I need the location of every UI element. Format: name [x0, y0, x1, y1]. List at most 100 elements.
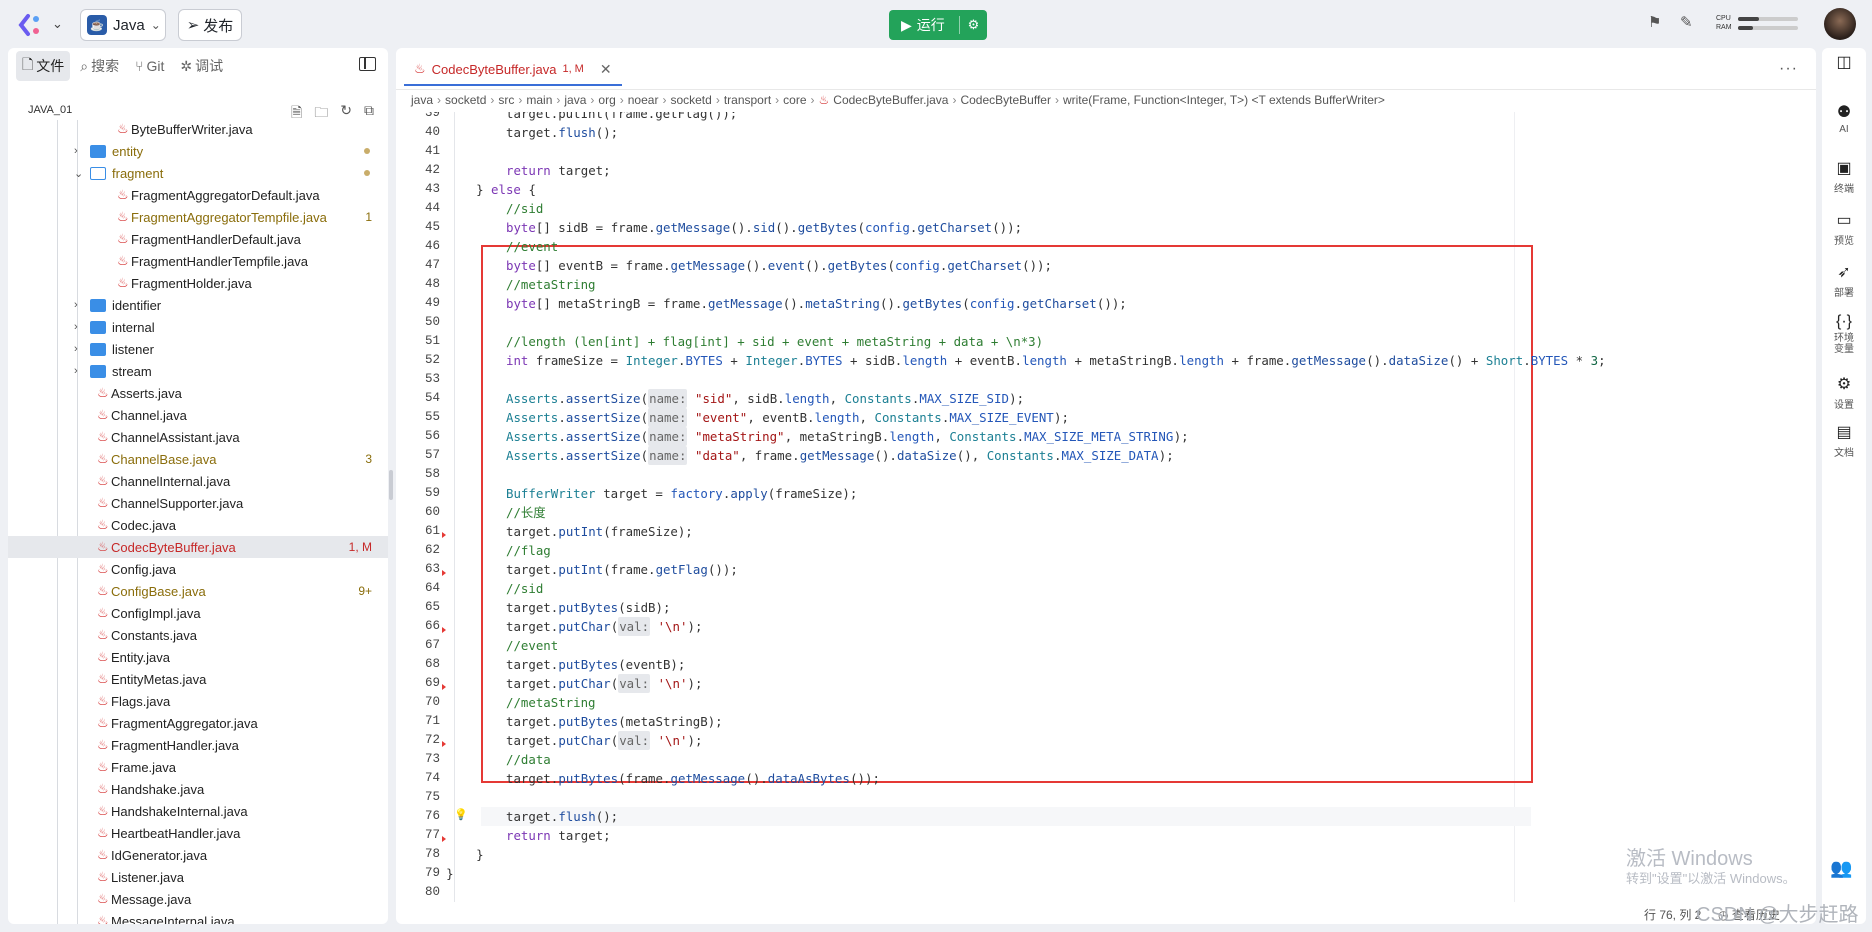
bug-report-icon[interactable]: ⚑ [1648, 13, 1661, 31]
tree-folder[interactable]: › internal [8, 316, 388, 338]
code-line[interactable]: target. putChar(val: '\n'); [396, 674, 1816, 693]
tree-file[interactable]: ♨ Handshake.java [8, 778, 388, 800]
code-line[interactable]: byte[] sidB = frame. getMessage (). sid (). g… [396, 218, 1816, 237]
people-icon[interactable]: 👥 [1830, 858, 1852, 879]
publish-button[interactable]: ➢ 发布 [178, 9, 242, 41]
code-line[interactable]: target. putChar(val: '\n'); [396, 731, 1816, 750]
breadcrumb-item[interactable]: CodecByteBuffer.java [833, 93, 948, 107]
chevron-right-icon[interactable]: › [74, 145, 78, 157]
notification-off-icon[interactable]: ✎ [1680, 13, 1693, 31]
lightbulb-icon[interactable]: 💡 [454, 808, 468, 821]
code-line[interactable]: } [396, 845, 1816, 864]
code-line[interactable]: target.putInt(frame.getFlag()); [396, 560, 1816, 579]
code-line[interactable]: int frameSize = Integer. BYTES + Integer.… [396, 351, 1816, 370]
chevron-right-icon[interactable]: › [74, 365, 78, 377]
breadcrumb-item[interactable]: write(Frame, Function<Integer, T>) <T ex… [1063, 93, 1385, 107]
code-line[interactable]: //sid [396, 199, 1816, 218]
code-line[interactable]: byte[] eventB = frame. getMessage (). event… [396, 256, 1816, 275]
tree-file[interactable]: ♨ ChannelInternal.java [8, 470, 388, 492]
tree-file[interactable]: ♨ ChannelBase.java 3 [8, 448, 388, 470]
tree-file[interactable]: ♨ Listener.java [8, 866, 388, 888]
avatar[interactable] [1824, 8, 1856, 40]
breadcrumb-item[interactable]: java [564, 93, 586, 107]
tree-folder[interactable]: › entity [8, 140, 388, 162]
code-line[interactable]: target. putBytes (frame. getMessage (). dataA… [396, 769, 1816, 788]
run-main[interactable]: ▶ 运行 [889, 15, 959, 35]
tree-file[interactable]: ♨ Asserts.java [8, 382, 388, 404]
tree-file[interactable]: ♨ EntityMetas.java [8, 668, 388, 690]
code-line[interactable] [396, 370, 1816, 389]
code-line[interactable]: byte[] metaStringB = frame. getMessage ().… [396, 294, 1816, 313]
tree-file[interactable]: ♨ Flags.java [8, 690, 388, 712]
breadcrumb-item[interactable]: socketd [445, 93, 486, 107]
tree-file[interactable]: ♨ Constants.java [8, 624, 388, 646]
code-line[interactable]: target. putBytes (eventB); [396, 655, 1816, 674]
chevron-right-icon[interactable]: › [74, 321, 78, 333]
tree-file[interactable]: ♨ ByteBufferWriter.java [8, 120, 388, 140]
code-line[interactable]: //event [396, 636, 1816, 655]
rightbar-braces-button[interactable]: {·} 环境变量 [1822, 313, 1866, 355]
tree-file[interactable]: ♨ MessageInternal.java [8, 910, 388, 924]
breadcrumb-item[interactable]: transport [724, 93, 771, 107]
code-line[interactable]: //event [396, 237, 1816, 256]
code-line[interactable]: //data [396, 750, 1816, 769]
code-line[interactable]: Asserts. assertSize(name: "event", eventB… [396, 408, 1816, 427]
rightbar-terminal-button[interactable]: ▣ 终端 [1822, 158, 1866, 195]
code-line[interactable]: return target; [396, 161, 1816, 180]
tab-debug[interactable]: ✲ 调试 [174, 53, 229, 79]
code-line[interactable]: //metaString [396, 275, 1816, 294]
tree-file[interactable]: ♨ FragmentAggregatorTempfile.java 1 [8, 206, 388, 228]
code-line[interactable]: Asserts. assertSize(name: "data", frame. g… [396, 446, 1816, 465]
tab-search[interactable]: ⌕ 搜索 [74, 53, 125, 79]
tree-file[interactable]: ♨ HeartbeatHandler.java [8, 822, 388, 844]
code-line[interactable] [396, 313, 1816, 332]
rightbar-doc-button[interactable]: ▤ 文档 [1822, 422, 1866, 459]
sidebar-resize-handle[interactable] [389, 470, 393, 500]
code-line[interactable]: } [396, 864, 1816, 883]
code-line[interactable]: //长度 [396, 503, 1816, 522]
tree-file[interactable]: ♨ HandshakeInternal.java [8, 800, 388, 822]
code-line[interactable]: target. putBytes (metaStringB); [396, 712, 1816, 731]
tree-folder[interactable]: › stream [8, 360, 388, 382]
tree-file[interactable]: ♨ Entity.java [8, 646, 388, 668]
breadcrumb-item[interactable]: src [498, 93, 514, 107]
tree-file[interactable]: ♨ ChannelAssistant.java [8, 426, 388, 448]
code-line[interactable]: //sid [396, 579, 1816, 598]
code-line[interactable] [396, 142, 1816, 161]
breadcrumb-item[interactable]: CodecByteBuffer [960, 93, 1051, 107]
breadcrumb-item[interactable]: java [411, 93, 433, 107]
tree-file[interactable]: ♨ ChannelSupporter.java [8, 492, 388, 514]
tab-files[interactable]: 🗋 文件 [16, 51, 71, 81]
code-line[interactable]: target. putBytes (sidB); [396, 598, 1816, 617]
tab-git[interactable]: ⑂ Git [129, 55, 170, 77]
breadcrumb-item[interactable]: core [783, 93, 806, 107]
chevron-down-icon[interactable]: ⌄ [52, 16, 63, 32]
tree-file[interactable]: ♨ ConfigBase.java 9+ [8, 580, 388, 602]
tree-file[interactable]: ♨ CodecByteBuffer.java 1, M [8, 536, 388, 558]
tree-folder[interactable]: › identifier [8, 294, 388, 316]
tree-file[interactable]: ♨ IdGenerator.java [8, 844, 388, 866]
code-line[interactable]: //flag [396, 541, 1816, 560]
breadcrumb-item[interactable]: org [598, 93, 615, 107]
tree-file[interactable]: ♨ Codec.java [8, 514, 388, 536]
run-button[interactable]: ▶ 运行 ⚙ [889, 10, 987, 40]
tree-file[interactable]: ♨ Channel.java [8, 404, 388, 426]
tree-file[interactable]: ♨ FragmentAggregatorDefault.java [8, 184, 388, 206]
close-icon[interactable]: ✕ [600, 61, 612, 78]
code-area[interactable]: 39 target.putInt(frame.getFlag()); 40 targe… [396, 112, 1816, 902]
run-settings-icon[interactable]: ⚙ [960, 17, 987, 33]
code-line[interactable]: } else { [396, 180, 1816, 199]
code-line[interactable]: return target; [396, 826, 1816, 845]
code-line[interactable]: //length (len[int] + flag[int] + sid + e… [396, 332, 1816, 351]
chevron-down-icon[interactable]: ⌄ [74, 167, 83, 180]
breadcrumb-item[interactable]: noear [628, 93, 659, 107]
rightbar-gear-button[interactable]: ⚙ 设置 [1822, 374, 1866, 411]
rightbar-monitor-button[interactable]: ▭ 预览 [1822, 210, 1866, 247]
breadcrumb-item[interactable]: socketd [670, 93, 711, 107]
tab-codebytebuffer[interactable]: ♨ CodecByteBuffer.java 1, M ✕ [404, 54, 622, 86]
tree-file[interactable]: ♨ FragmentHandler.java [8, 734, 388, 756]
toggle-panel-icon[interactable]: ◫ [1822, 52, 1866, 74]
more-icon[interactable]: ··· [1779, 60, 1798, 78]
language-selector[interactable]: ☕ Java ⌄ [80, 9, 166, 41]
tree-folder[interactable]: › listener [8, 338, 388, 360]
